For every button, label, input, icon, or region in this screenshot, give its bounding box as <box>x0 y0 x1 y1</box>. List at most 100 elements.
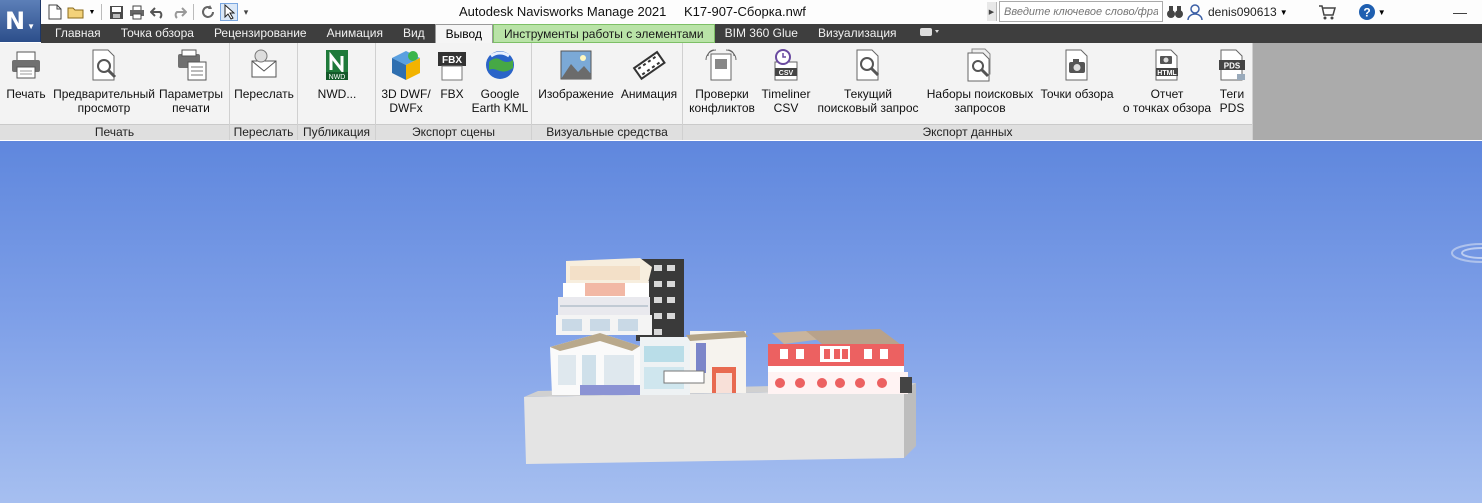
viewpoints-report-label: Отчет о точках обзора <box>1122 87 1212 115</box>
pds-tags-label: Теги PDS <box>1219 87 1245 115</box>
print-preview-button[interactable]: Предварительный просмотр <box>52 48 156 115</box>
send-button-label: Переслать <box>234 87 294 101</box>
csv-icon-text: CSV <box>779 70 794 77</box>
google-earth-export-button[interactable]: Google Earth KML <box>470 48 530 115</box>
scene-viewport[interactable] <box>0 141 1482 503</box>
select-cursor-icon[interactable] <box>220 3 238 21</box>
dwf-export-button[interactable]: 3D DWF/ DWFx <box>379 48 433 115</box>
fbx-export-button[interactable]: FBX FBX <box>434 48 470 101</box>
panel-export-scene-label: Экспорт сцены <box>376 124 531 140</box>
user-dropdown-icon[interactable]: ▼ <box>1279 2 1289 22</box>
search-sets-export-label: Наборы поисковых запросов <box>926 87 1034 115</box>
nwd-icon-text: NWD <box>329 74 346 81</box>
minimize-button[interactable]: — <box>1438 0 1482 24</box>
search-input[interactable] <box>999 1 1163 22</box>
panel-visuals-label: Визуальные средства <box>532 124 682 140</box>
current-search-export-button[interactable]: Текущий поисковый запрос <box>815 48 921 115</box>
new-file-icon[interactable] <box>46 3 64 21</box>
quick-access-toolbar: ▼ ▾ <box>46 2 251 22</box>
application-menu-button[interactable]: N ▼ <box>0 0 41 42</box>
viewpoints-export-button[interactable]: Точки обзора <box>1039 48 1115 101</box>
viewpoints-export-label: Точки обзора <box>1040 87 1114 101</box>
timeliner-csv-label: Timeliner CSV <box>761 87 811 115</box>
html-icon-text: HTML <box>1157 70 1177 77</box>
panel-export-data-label: Экспорт данных <box>683 124 1252 140</box>
building-model[interactable] <box>0 141 1482 503</box>
panel-send-label: Переслать <box>230 124 297 140</box>
open-dropdown-icon[interactable]: ▼ <box>88 3 96 21</box>
tab-visualization[interactable]: Визуализация <box>808 24 907 43</box>
panel-print: Печать Предварительный просмотр Параметр… <box>0 43 230 140</box>
print-button[interactable]: Печать <box>4 48 48 101</box>
lower-block-left <box>550 331 748 395</box>
tab-home[interactable]: Главная <box>45 24 111 43</box>
tab-view[interactable]: Вид <box>393 24 435 43</box>
undo-icon[interactable] <box>149 3 167 21</box>
svg-text:?: ? <box>1363 6 1370 20</box>
panel-export-data: Проверки конфликтов CSV Timeliner CSV Те… <box>683 43 1253 140</box>
tab-item-tools[interactable]: Инструменты работы с элементами <box>492 24 715 43</box>
pds-tags-button[interactable]: PDS Теги PDS <box>1215 48 1249 115</box>
upper-storeys <box>556 258 652 335</box>
send-button[interactable]: Переслать <box>233 48 295 101</box>
search-sets-icon <box>963 48 997 82</box>
animation-export-label: Анимация <box>620 87 678 101</box>
redo-icon[interactable] <box>170 3 188 21</box>
nwd-publish-label: NWD... <box>317 87 357 101</box>
animation-export-button[interactable]: Анимация <box>618 48 680 101</box>
panel-publish-label: Публикация <box>298 124 375 140</box>
tab-bim360-glue[interactable]: BIM 360 Glue <box>715 24 808 43</box>
print-settings-icon <box>174 48 208 82</box>
user-name[interactable]: denis090613 <box>1208 5 1277 19</box>
tab-animation[interactable]: Анимация <box>317 24 393 43</box>
search-sets-export-button[interactable]: Наборы поисковых запросов <box>923 48 1037 115</box>
user-icon[interactable] <box>1185 2 1205 22</box>
viewpoints-report-button[interactable]: HTML Отчет о точках обзора <box>1117 48 1217 115</box>
pds-tags-icon: PDS <box>1215 48 1249 82</box>
panel-send: Переслать Переслать <box>230 43 298 140</box>
clash-detective-icon <box>705 48 739 82</box>
help-icon[interactable]: ? <box>1357 2 1377 22</box>
file-name: K17-907-Сборка.nwf <box>684 4 806 19</box>
tab-output[interactable]: Вывод <box>434 24 493 43</box>
ribbon-display-options-icon[interactable] <box>907 24 951 43</box>
help-dropdown-icon[interactable]: ▼ <box>1377 2 1387 22</box>
tab-viewpoint[interactable]: Точка обзора <box>111 24 204 43</box>
search-expand-icon[interactable]: ▶ <box>987 2 997 21</box>
ground-slab <box>524 390 904 464</box>
html-report-icon: HTML <box>1150 48 1184 82</box>
save-icon[interactable] <box>107 3 125 21</box>
print-button-label: Печать <box>6 87 46 101</box>
tab-review[interactable]: Рецензирование <box>204 24 317 43</box>
google-earth-icon <box>483 48 517 82</box>
film-strip-icon <box>632 48 666 82</box>
viewcube-ring-icon[interactable] <box>1451 243 1482 263</box>
print-icon[interactable] <box>128 3 146 21</box>
ribbon-empty-area <box>1253 43 1482 140</box>
google-earth-export-label: Google Earth KML <box>471 87 529 115</box>
clash-tests-export-button[interactable]: Проверки конфликтов <box>687 48 757 115</box>
binoculars-icon[interactable] <box>1165 2 1185 22</box>
image-export-button[interactable]: Изображение <box>536 48 616 101</box>
search-document-icon <box>851 48 885 82</box>
email-send-icon <box>247 48 281 82</box>
ground-slab-side <box>904 383 916 458</box>
panel-visuals: Изображение Анимация Визуальные средства <box>532 43 683 140</box>
open-folder-icon[interactable] <box>67 3 85 21</box>
refresh-icon[interactable] <box>199 3 217 21</box>
print-settings-button[interactable]: Параметры печати <box>158 48 224 115</box>
nwd-publish-button[interactable]: NWD NWD... <box>308 48 366 101</box>
fbx-icon-text: FBX <box>442 55 462 66</box>
app-menu-arrow-icon: ▼ <box>27 21 35 31</box>
printer-icon <box>9 48 43 82</box>
customize-qat-icon[interactable]: ▾ <box>241 3 251 21</box>
cart-icon[interactable] <box>1317 2 1337 22</box>
window-title: Autodesk Navisworks Manage 2021 K17-907-… <box>459 4 806 19</box>
app-logo-letter: N <box>4 7 26 35</box>
viewpoint-camera-icon <box>1060 48 1094 82</box>
title-bar: ▼ ▾ Autodesk Navisworks Manage 2021 K17-… <box>0 0 1482 24</box>
right-building <box>768 329 912 394</box>
dwf-export-label: 3D DWF/ DWFx <box>381 87 431 115</box>
ribbon-tab-bar: Главная Точка обзора Рецензирование Аним… <box>41 24 1482 43</box>
timeliner-csv-button[interactable]: CSV Timeliner CSV <box>759 48 813 115</box>
